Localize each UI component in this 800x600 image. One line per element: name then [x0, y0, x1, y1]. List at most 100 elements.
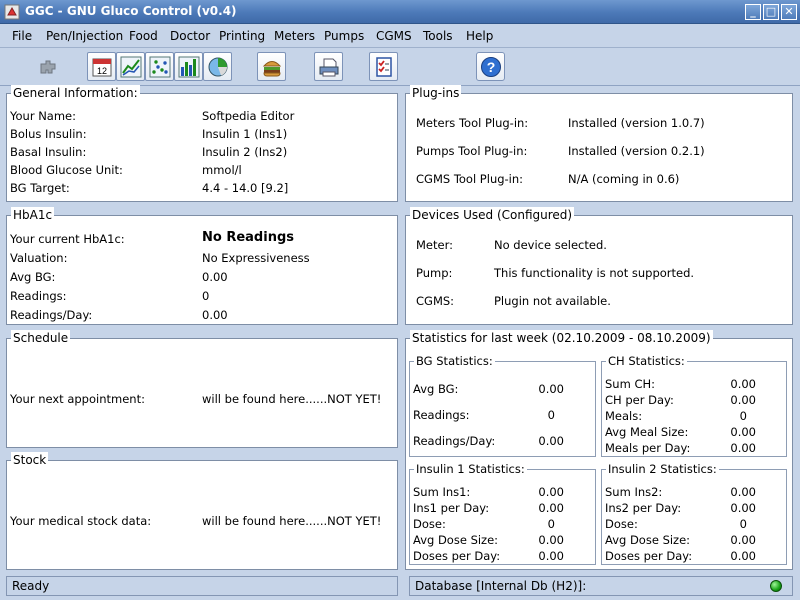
meals-per-day-value: 0.00 — [730, 441, 756, 455]
database-status-text: Database [Internal Db (H2)]: — [415, 579, 587, 593]
app-icon[interactable] — [4, 4, 20, 20]
panel-title: HbA1c — [11, 207, 55, 223]
menu-help[interactable]: Help — [466, 29, 493, 43]
sum-ins2-label: Sum Ins2: — [605, 485, 663, 499]
readings-per-day-value: 0.00 — [202, 308, 228, 322]
stat-readings-label: Readings: — [413, 408, 470, 422]
panel-title: Schedule — [11, 330, 71, 346]
checklist-button[interactable] — [369, 52, 398, 81]
pie-chart-button[interactable] — [203, 52, 232, 81]
cgms-value: Plugin not available. — [494, 294, 611, 308]
sum-ins2-value: 0.00 — [730, 485, 756, 499]
ins2-per-day-value: 0.00 — [730, 501, 756, 515]
ins1-per-day-value: 0.00 — [538, 501, 564, 515]
bg-target-value: 4.4 - 14.0 [9.2] — [202, 181, 289, 195]
line-graph-icon — [120, 56, 142, 78]
statistics-panel: Statistics for last week (02.10.2009 - 0… — [405, 330, 793, 570]
ins2-doses-per-day-label: Doses per Day: — [605, 549, 693, 563]
stat-readings-per-day-value: 0.00 — [538, 434, 564, 448]
printer-button[interactable] — [314, 52, 343, 81]
subpanel-title: Insulin 2 Statistics: — [606, 462, 719, 477]
panel-title: Statistics for last week (02.10.2009 - 0… — [410, 330, 713, 346]
help-button[interactable]: ? — [476, 52, 505, 81]
scatter-graph-button[interactable] — [145, 52, 174, 81]
bg-statistics-panel: BG Statistics: Avg BG: 0.00 Readings: 0 … — [409, 354, 596, 457]
medical-stock-value: will be found here......NOT YET! — [202, 514, 382, 528]
ins1-avg-dose-label: Avg Dose Size: — [413, 533, 499, 547]
pump-label: Pump: — [416, 266, 453, 280]
readings-per-day-label: Readings/Day: — [10, 308, 93, 322]
sum-ins1-label: Sum Ins1: — [413, 485, 471, 499]
svg-text:12: 12 — [97, 66, 107, 76]
maximize-button[interactable]: □ — [763, 4, 779, 20]
ins1-per-day-label: Ins1 per Day: — [413, 501, 490, 515]
avg-meal-size-value: 0.00 — [730, 425, 756, 439]
menu-bar: File Pen/Injection Food Doctor Printing … — [0, 25, 800, 48]
menu-pen-injection[interactable]: Pen/Injection — [46, 29, 123, 43]
menu-printing[interactable]: Printing — [219, 29, 265, 43]
bg-unit-label: Blood Glucose Unit: — [10, 163, 123, 177]
title-bar[interactable]: GGC - GNU Gluco Control (v0.4) _ □ ✕ — [0, 0, 800, 24]
valuation-label: Valuation: — [10, 251, 68, 265]
ins1-avg-dose-value: 0.00 — [538, 533, 564, 547]
status-bar-left: Ready — [6, 576, 398, 596]
menu-cgms[interactable]: CGMS — [376, 29, 412, 43]
calendar-button[interactable]: 12 — [87, 52, 116, 81]
basal-insulin-label: Basal Insulin: — [10, 145, 87, 159]
ins1-dose-label: Dose: — [413, 517, 446, 531]
bg-target-label: BG Target: — [10, 181, 70, 195]
readings-value: 0 — [202, 289, 210, 303]
window-title: GGC - GNU Gluco Control (v0.4) — [25, 4, 237, 18]
current-hba1c-value: No Readings — [202, 230, 294, 245]
cgms-label: CGMS: — [416, 294, 455, 308]
meter-label: Meter: — [416, 238, 453, 252]
plugin-button[interactable] — [33, 52, 62, 81]
readings-label: Readings: — [10, 289, 67, 303]
stat-avg-bg-label: Avg BG: — [413, 382, 459, 396]
menu-tools[interactable]: Tools — [423, 29, 453, 43]
checklist-icon — [376, 57, 392, 77]
bar-graph-icon — [178, 56, 200, 78]
next-appointment-value: will be found here......NOT YET! — [202, 392, 382, 406]
ins1-doses-per-day-value: 0.00 — [538, 549, 564, 563]
minimize-button[interactable]: _ — [745, 4, 761, 20]
ins2-avg-dose-value: 0.00 — [730, 533, 756, 547]
meters-plugin-label: Meters Tool Plug-in: — [416, 116, 529, 130]
menu-doctor[interactable]: Doctor — [170, 29, 210, 43]
schedule-panel: Schedule Your next appointment: will be … — [6, 330, 398, 448]
subpanel-title: BG Statistics: — [414, 354, 495, 369]
svg-text:?: ? — [487, 59, 496, 75]
meals-per-day-label: Meals per Day: — [605, 441, 691, 455]
calendar-icon: 12 — [92, 58, 112, 77]
menu-file[interactable]: File — [12, 29, 32, 43]
panel-title: Stock — [11, 452, 49, 468]
toolbar: 12 ? — [0, 49, 800, 86]
ins2-dose-value: 0 — [739, 517, 747, 531]
menu-food[interactable]: Food — [129, 29, 158, 43]
bolus-insulin-value: Insulin 1 (Ins1) — [202, 127, 288, 141]
meter-value: No device selected. — [494, 238, 607, 252]
plugin-icon — [40, 60, 56, 74]
ins2-dose-label: Dose: — [605, 517, 638, 531]
stock-panel: Stock Your medical stock data: will be f… — [6, 452, 398, 570]
bar-graph-button[interactable] — [174, 52, 203, 81]
line-graph-button[interactable] — [116, 52, 145, 81]
menu-meters[interactable]: Meters — [274, 29, 315, 43]
medical-stock-label: Your medical stock data: — [10, 514, 152, 528]
cgms-plugin-value: N/A (coming in 0.6) — [568, 172, 680, 186]
subpanel-title: CH Statistics: — [606, 354, 687, 369]
food-button[interactable] — [257, 52, 286, 81]
database-status-indicator — [770, 580, 782, 592]
meters-plugin-value: Installed (version 1.0.7) — [568, 116, 705, 130]
menu-pumps[interactable]: Pumps — [324, 29, 364, 43]
meals-label: Meals: — [605, 409, 643, 423]
bolus-insulin-label: Bolus Insulin: — [10, 127, 87, 141]
meals-value: 0 — [739, 409, 747, 423]
next-appointment-label: Your next appointment: — [10, 392, 145, 406]
pie-chart-icon — [208, 57, 228, 77]
name-value: Softpedia Editor — [202, 109, 295, 123]
panel-title: General Information: — [11, 85, 140, 101]
stat-readings-value: 0 — [547, 408, 555, 422]
close-button[interactable]: ✕ — [781, 4, 797, 20]
ins2-doses-per-day-value: 0.00 — [730, 549, 756, 563]
